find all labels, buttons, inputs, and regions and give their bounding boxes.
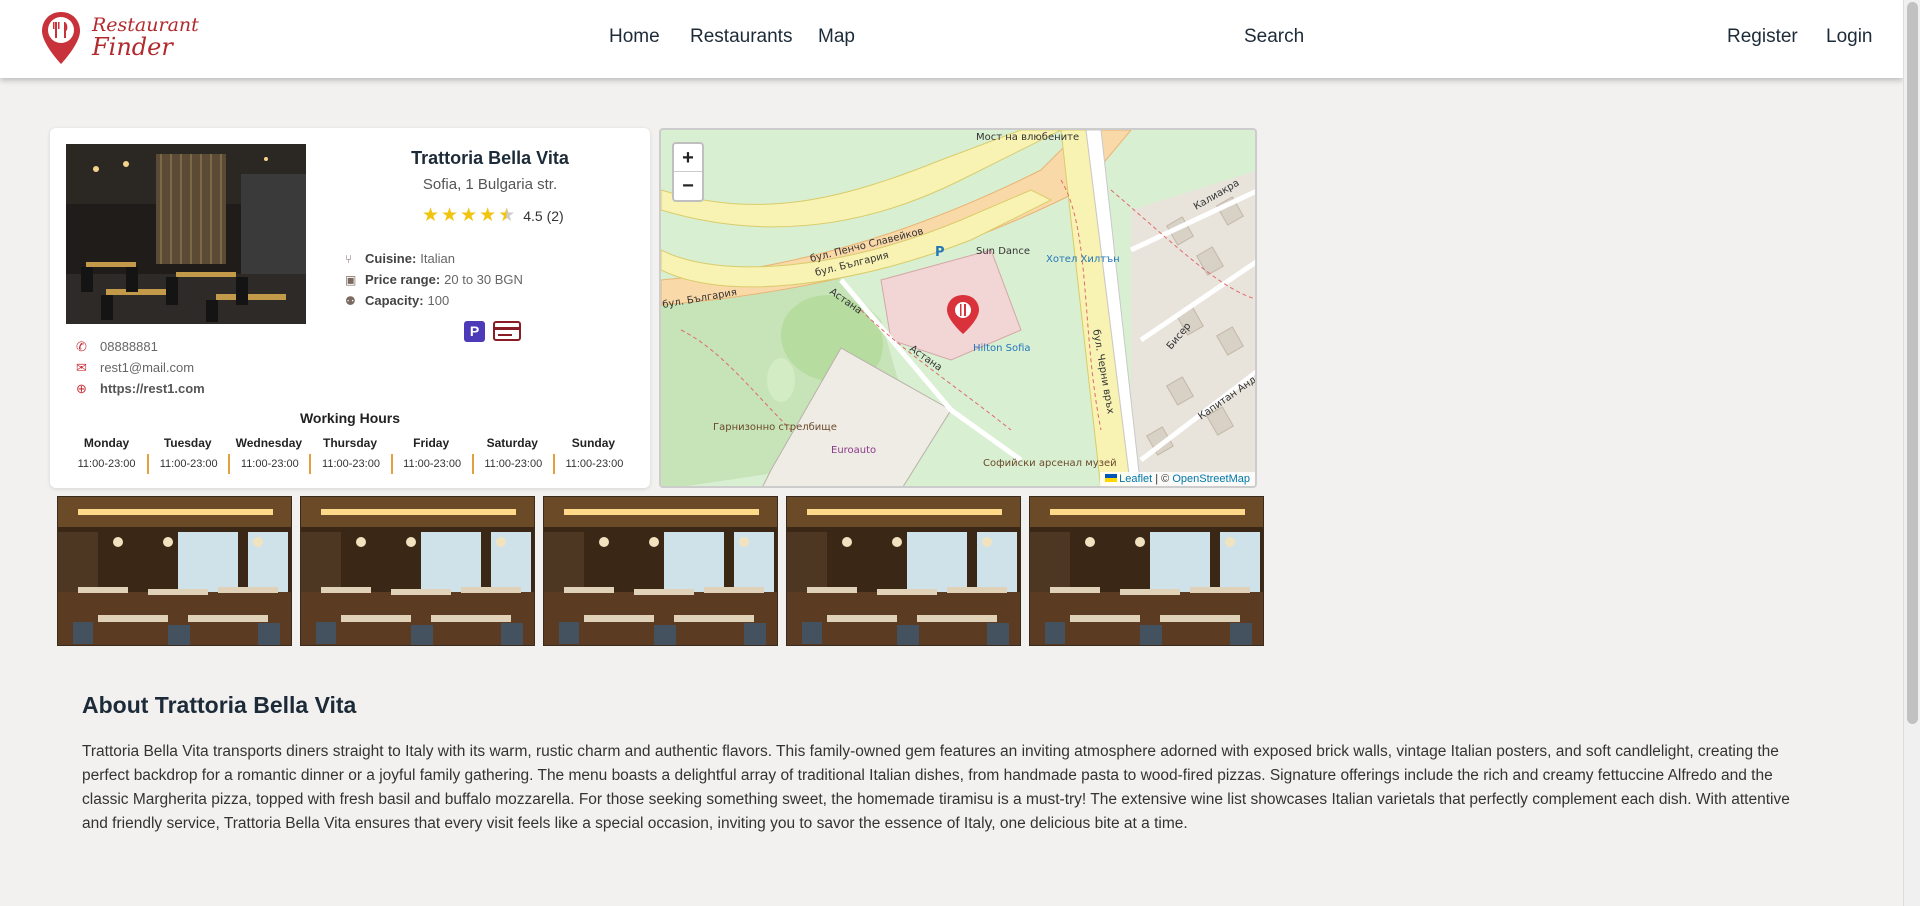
- working-hours-day: Thursday 11:00-23:00: [309, 432, 390, 474]
- navbar: Restaurant Finder Home Restaurants Map S…: [0, 0, 1903, 78]
- amenities: P: [464, 321, 521, 342]
- star-icon: ★: [460, 205, 478, 226]
- about-text: Trattoria Bella Vita transports diners s…: [82, 743, 1790, 832]
- day-name: Saturday: [486, 436, 538, 450]
- map-label: Софийски арсенал музей: [983, 458, 1117, 469]
- map-label: Hilton Sofia: [973, 343, 1031, 354]
- working-hours-day: Friday 11:00-23:00: [390, 432, 472, 474]
- map-pin-fork-icon: [42, 12, 80, 64]
- phone-icon: ✆: [76, 338, 87, 354]
- price-value: 20 to 30 BGN: [444, 272, 523, 287]
- day-name: Tuesday: [163, 436, 212, 450]
- cuisine-label: Cuisine:: [365, 251, 417, 266]
- zoom-out-button[interactable]: −: [674, 172, 702, 200]
- working-hours-day: Tuesday 11:00-23:00: [147, 432, 228, 474]
- website-row: ⊕ https://rest1.com: [76, 378, 205, 399]
- zoom-in-button[interactable]: +: [674, 144, 702, 172]
- restaurant-main-photo[interactable]: [66, 144, 306, 324]
- parking-icon: P: [464, 321, 485, 342]
- envelope-icon: ✉: [76, 359, 87, 375]
- price-label: Price range:: [365, 272, 441, 287]
- map-label: Sun Dance: [976, 246, 1030, 257]
- rating-text: 4.5 (2): [523, 207, 564, 224]
- working-hours-day: Wednesday 11:00-23:00: [228, 432, 309, 474]
- restaurant-name: Trattoria Bella Vita: [411, 148, 569, 168]
- star-icon: ★: [479, 205, 497, 226]
- day-name: Monday: [83, 436, 130, 450]
- cuisine-row: ⑂ Cuisine: Italian: [345, 248, 523, 269]
- day-hours: 11:00-23:00: [471, 454, 553, 474]
- utensils-icon: ⑂: [345, 251, 353, 266]
- day-name: Thursday: [322, 436, 377, 450]
- day-name: Sunday: [571, 436, 616, 450]
- credit-card-icon: [493, 321, 521, 341]
- logo-text: Restaurant Finder: [92, 14, 199, 61]
- map-label: Мост на влюбените: [976, 132, 1079, 143]
- attribution-separator: | ©: [1155, 473, 1170, 485]
- day-hours: 11:00-23:00: [552, 454, 634, 474]
- leaflet-link[interactable]: Leaflet: [1119, 473, 1152, 485]
- restaurant-info-card: Trattoria Bella Vita Sofia, 1 Bulgaria s…: [50, 128, 650, 488]
- people-icon: ⚉: [345, 293, 356, 308]
- capacity-value: 100: [427, 293, 450, 308]
- phone-row: ✆ 08888881: [76, 336, 205, 357]
- day-hours: 11:00-23:00: [390, 454, 472, 474]
- money-icon: ▣: [345, 272, 357, 287]
- gallery-photo[interactable]: [786, 496, 1021, 646]
- nav-map[interactable]: Map: [818, 26, 855, 48]
- globe-icon: ⊕: [76, 380, 87, 396]
- scrollbar-thumb[interactable]: [1907, 2, 1918, 724]
- working-hours-table: Monday 11:00-23:00 Tuesday 11:00-23:00 W…: [66, 432, 634, 474]
- map-zoom-control: + −: [672, 142, 704, 202]
- ukraine-flag-icon: [1105, 474, 1118, 482]
- rating: ★ ★ ★ ★ ★ 4.5 (2): [422, 206, 564, 225]
- star-icon: ★: [441, 205, 459, 226]
- half-star-icon: ★: [498, 205, 516, 226]
- map-label: Euroauto: [831, 445, 876, 456]
- website-link[interactable]: https://rest1.com: [100, 381, 205, 396]
- map-label: Гарнизонно стрелбище: [713, 422, 837, 433]
- nav-login[interactable]: Login: [1826, 26, 1873, 48]
- gallery-photo[interactable]: [1029, 496, 1264, 646]
- gallery-photo[interactable]: [300, 496, 535, 646]
- nav-home[interactable]: Home: [609, 26, 660, 48]
- photo-gallery: [57, 496, 1264, 646]
- gallery-photo[interactable]: [543, 496, 778, 646]
- capacity-row: ⚉ Capacity: 100: [345, 290, 523, 311]
- phone-value: 08888881: [100, 339, 158, 354]
- star-icon: ★: [422, 205, 440, 226]
- map-label: Хотел Хилтън: [1046, 254, 1120, 265]
- cuisine-value: Italian: [420, 251, 455, 266]
- nav-register[interactable]: Register: [1727, 26, 1798, 48]
- map-label: P: [935, 245, 945, 260]
- day-hours: 11:00-23:00: [77, 458, 136, 470]
- day-name: Friday: [413, 436, 450, 450]
- working-hours-title: Working Hours: [299, 410, 401, 426]
- restaurant-specs: ⑂ Cuisine: Italian ▣ Price range: 20 to …: [345, 248, 523, 311]
- email-row: ✉ rest1@mail.com: [76, 357, 205, 378]
- about-title: About Trattoria Bella Vita: [82, 692, 357, 718]
- map-tiles[interactable]: Мост на влюбените бул. Пенчо Славейков б…: [661, 130, 1257, 488]
- nav-search[interactable]: Search: [1244, 26, 1304, 48]
- map-attribution: Leaflet | © OpenStreetMap: [1100, 472, 1255, 486]
- day-hours: 11:00-23:00: [228, 454, 309, 474]
- osm-link[interactable]: OpenStreetMap: [1172, 473, 1250, 485]
- working-hours-day: Monday 11:00-23:00: [66, 432, 147, 474]
- day-name: Wednesday: [235, 436, 303, 450]
- capacity-label: Capacity:: [365, 293, 424, 308]
- gallery-photo[interactable]: [57, 496, 292, 646]
- page-scrollbar[interactable]: [1903, 0, 1920, 906]
- email-value: rest1@mail.com: [100, 360, 195, 375]
- restaurant-map[interactable]: Мост на влюбените бул. Пенчо Славейков б…: [659, 128, 1257, 488]
- price-row: ▣ Price range: 20 to 30 BGN: [345, 269, 523, 290]
- day-hours: 11:00-23:00: [309, 454, 390, 474]
- logo[interactable]: Restaurant Finder: [40, 10, 199, 70]
- working-hours-day: Saturday 11:00-23:00: [471, 432, 553, 474]
- contacts: ✆ 08888881 ✉ rest1@mail.com ⊕ https://re…: [76, 336, 205, 399]
- logo-line2: Finder: [92, 33, 173, 61]
- working-hours-day: Sunday 11:00-23:00: [552, 432, 634, 474]
- restaurant-address: Sofia, 1 Bulgaria str.: [422, 176, 558, 193]
- day-hours: 11:00-23:00: [147, 454, 228, 474]
- nav-restaurants[interactable]: Restaurants: [690, 26, 792, 48]
